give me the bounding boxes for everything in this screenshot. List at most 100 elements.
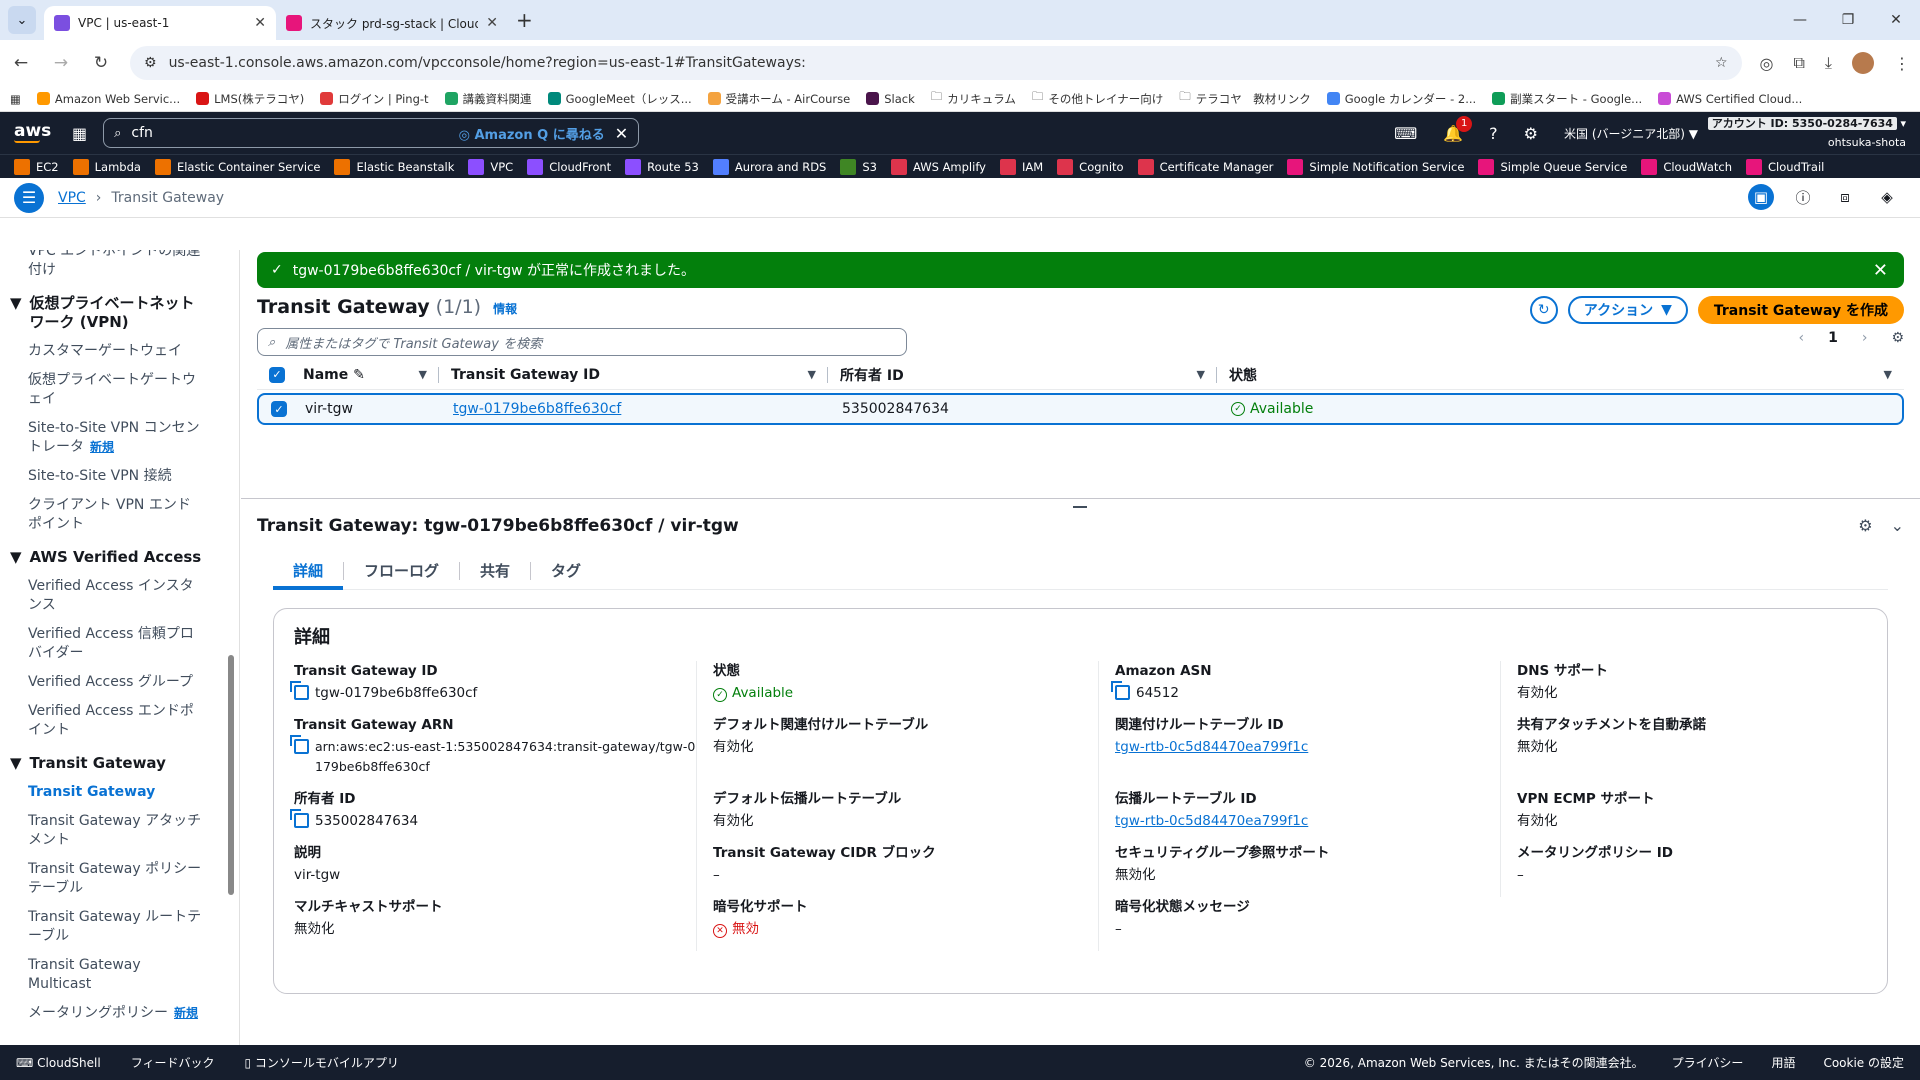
account-menu[interactable]: アカウント ID: 5350-0284-7634 ▾ ohtsuka-shota xyxy=(1707,114,1906,152)
sidebar-item-vpn-connection[interactable]: Site-to-Site VPN 接続 xyxy=(28,467,203,486)
assoc-rt-link[interactable]: tgw-rtb-0c5d84470ea799f1c xyxy=(1115,737,1308,757)
column-state[interactable]: 状態 ▼ xyxy=(1217,360,1904,389)
sort-icon[interactable]: ▼ xyxy=(1884,368,1892,381)
preferences-gear-icon[interactable]: ⚙ xyxy=(1891,330,1904,346)
security-icon[interactable]: ◈ xyxy=(1874,184,1900,210)
favorite-service[interactable]: CloudWatch xyxy=(1641,158,1732,175)
favorite-service[interactable]: Aurora and RDS xyxy=(712,158,826,175)
amazon-q-ask-button[interactable]: ◎ Amazon Q に尋ねる xyxy=(459,124,605,143)
refresh-button[interactable]: ↻ xyxy=(1529,296,1558,324)
camera-icon[interactable]: ◎ xyxy=(1760,54,1774,73)
sidebar-item-transit-gateway[interactable]: Transit Gateway xyxy=(28,783,203,802)
favorite-service[interactable]: EC2 xyxy=(14,158,59,175)
clear-search-icon[interactable]: ✕ xyxy=(615,124,628,143)
copy-icon[interactable] xyxy=(290,735,309,754)
sidebar-item-vpn-concentrator[interactable]: Site-to-Site VPN コンセントレータ 新規 xyxy=(28,419,203,457)
bookmark-item[interactable]: Amazon Web Servic... xyxy=(36,92,180,106)
terms-link[interactable]: 用語 xyxy=(1771,1054,1795,1071)
select-all-checkbox[interactable]: ✓ xyxy=(257,360,291,389)
favorite-service[interactable]: Elastic Container Service xyxy=(154,158,320,175)
mobile-app-link[interactable]: ▯ コンソールモバイルアプリ xyxy=(244,1054,398,1071)
sidebar-item-client-vpn[interactable]: クライアント VPN エンドポイント xyxy=(28,496,203,534)
breadcrumb-vpc-link[interactable]: VPC xyxy=(58,190,86,206)
tab-flow-logs[interactable]: フローログ xyxy=(344,552,459,589)
cloudshell-icon[interactable]: ⌨ xyxy=(1394,124,1417,143)
bookmark-item[interactable]: GoogleMeet（レッス... xyxy=(547,91,692,107)
sidebar-item-vpgw[interactable]: 仮想プライベートゲートウェイ xyxy=(28,371,203,409)
table-row[interactable]: ✓ vir-tgw tgw-0179be6b8ffe630cf 53500284… xyxy=(257,393,1904,425)
bookmark-star-icon[interactable]: ☆ xyxy=(1715,55,1728,71)
favorite-service[interactable]: Route 53 xyxy=(625,158,699,175)
menu-kebab-icon[interactable]: ⋮ xyxy=(1894,54,1910,73)
tab-details[interactable]: 詳細 xyxy=(273,552,344,590)
bookmark-folder[interactable]: 🗀 カリキュラム xyxy=(931,89,1016,108)
favorite-service[interactable]: S3 xyxy=(840,158,877,175)
bookmark-item[interactable]: AWS Certified Cloud... xyxy=(1658,92,1802,106)
prev-page-icon[interactable]: ‹ xyxy=(1798,330,1804,346)
sidebar-item-va-trust[interactable]: Verified Access 信頼プロバイダー xyxy=(28,625,203,663)
preferences-gear-icon[interactable]: ⚙ xyxy=(1858,516,1872,535)
favorite-service[interactable]: IAM xyxy=(999,158,1043,175)
close-window-icon[interactable]: ✕ xyxy=(1872,0,1920,40)
page-number[interactable]: 1 xyxy=(1828,330,1838,346)
reload-icon[interactable]: ↻ xyxy=(90,53,112,73)
tab-tags[interactable]: タグ xyxy=(531,552,601,589)
sidebar-item-tgw-attachments[interactable]: Transit Gateway アタッチメント xyxy=(28,812,203,850)
browser-tab-vpc[interactable]: VPC | us-east-1 ✕ xyxy=(44,6,276,40)
settings-gear-icon[interactable]: ⚙ xyxy=(1524,124,1538,143)
minimize-icon[interactable]: — xyxy=(1776,0,1824,40)
close-tab-icon[interactable]: ✕ xyxy=(254,15,266,31)
bookmark-item[interactable]: 講義資料関連 xyxy=(444,91,532,107)
side-nav-toggle[interactable]: ☰ xyxy=(14,182,44,213)
sidebar-section-transit-gateway[interactable]: ▼ Transit Gateway xyxy=(10,754,203,773)
back-arrow-icon[interactable]: ← xyxy=(10,53,32,73)
screen-icon[interactable]: ⧈ xyxy=(1832,184,1858,210)
chevron-down-icon[interactable]: ⌄ xyxy=(1891,516,1904,535)
column-name[interactable]: Name ✎ ▼ xyxy=(291,360,439,389)
favorite-service[interactable]: Simple Notification Service xyxy=(1287,158,1464,175)
restore-icon[interactable]: ❐ xyxy=(1824,0,1872,40)
sort-icon[interactable]: ▼ xyxy=(419,368,427,381)
bookmark-folder[interactable]: 🗀 その他トレイナー向け xyxy=(1032,89,1163,108)
notifications-bell-icon[interactable]: 🔔 1 xyxy=(1443,115,1473,143)
tab-sharing[interactable]: 共有 xyxy=(460,552,530,589)
profile-avatar[interactable] xyxy=(1852,52,1874,74)
favorite-service[interactable]: Elastic Beanstalk xyxy=(334,158,454,175)
sidebar-item-va-instance[interactable]: Verified Access インスタンス xyxy=(28,577,203,615)
sidebar-item-vpc-endpoint-assoc[interactable]: VPC エンドポイントの関連付け xyxy=(28,250,203,280)
forward-arrow-icon[interactable]: → xyxy=(50,53,72,73)
next-page-icon[interactable]: › xyxy=(1862,330,1868,346)
sort-icon[interactable]: ▼ xyxy=(808,368,816,381)
feedback-link[interactable]: フィードバック xyxy=(131,1054,215,1071)
create-transit-gateway-button[interactable]: Transit Gateway を作成 xyxy=(1697,296,1904,324)
bookmark-item[interactable]: 受講ホーム - AirCourse xyxy=(707,91,850,107)
bookmark-item[interactable]: Slack xyxy=(866,92,915,106)
favorite-service[interactable]: CloudFront xyxy=(527,158,611,175)
sort-icon[interactable]: ▼ xyxy=(1197,368,1205,381)
close-tab-icon[interactable]: ✕ xyxy=(486,15,498,31)
copy-icon[interactable] xyxy=(290,681,309,700)
download-icon[interactable]: ⤓ xyxy=(1825,53,1832,73)
actions-dropdown[interactable]: アクション ▼ xyxy=(1567,296,1688,324)
region-selector[interactable]: 米国 (バージニア北部) ▼ xyxy=(1564,125,1698,142)
dismiss-icon[interactable]: ✕ xyxy=(1873,260,1888,281)
prop-rt-link[interactable]: tgw-rtb-0c5d84470ea799f1c xyxy=(1115,811,1308,831)
favorite-service[interactable]: Certificate Manager xyxy=(1137,158,1273,175)
sidebar-item-metering-policy[interactable]: メータリングポリシー 新規 xyxy=(28,1004,203,1023)
help-icon[interactable]: ? xyxy=(1489,124,1498,143)
favorite-service[interactable]: AWS Amplify xyxy=(891,158,986,175)
row-checkbox[interactable]: ✓ xyxy=(259,395,293,423)
search-filter-input[interactable]: ⌕ 属性またはタグで Transit Gateway を検索 xyxy=(257,328,907,356)
bookmark-folder[interactable]: 🗀 テラコヤ 教材リンク xyxy=(1179,89,1311,108)
tab-search-button[interactable]: ⌄ xyxy=(8,6,36,34)
sidebar-section-verified-access[interactable]: ▼ AWS Verified Access xyxy=(10,548,203,567)
copy-icon[interactable] xyxy=(290,809,309,828)
sidebar-item-tgw-route-tables[interactable]: Transit Gateway ルートテーブル xyxy=(28,908,203,946)
aws-logo[interactable]: aws xyxy=(14,123,56,143)
search-query[interactable]: cfn xyxy=(131,125,448,141)
console-search-input[interactable]: ⌕ cfn ◎ Amazon Q に尋ねる ✕ xyxy=(103,118,640,148)
favorite-service[interactable]: CloudTrail xyxy=(1745,158,1824,175)
extensions-icon[interactable]: ⧉ xyxy=(1793,53,1804,73)
sidebar-item-customer-gw[interactable]: カスタマーゲートウェイ xyxy=(28,342,203,361)
resize-handle[interactable] xyxy=(1073,506,1087,508)
